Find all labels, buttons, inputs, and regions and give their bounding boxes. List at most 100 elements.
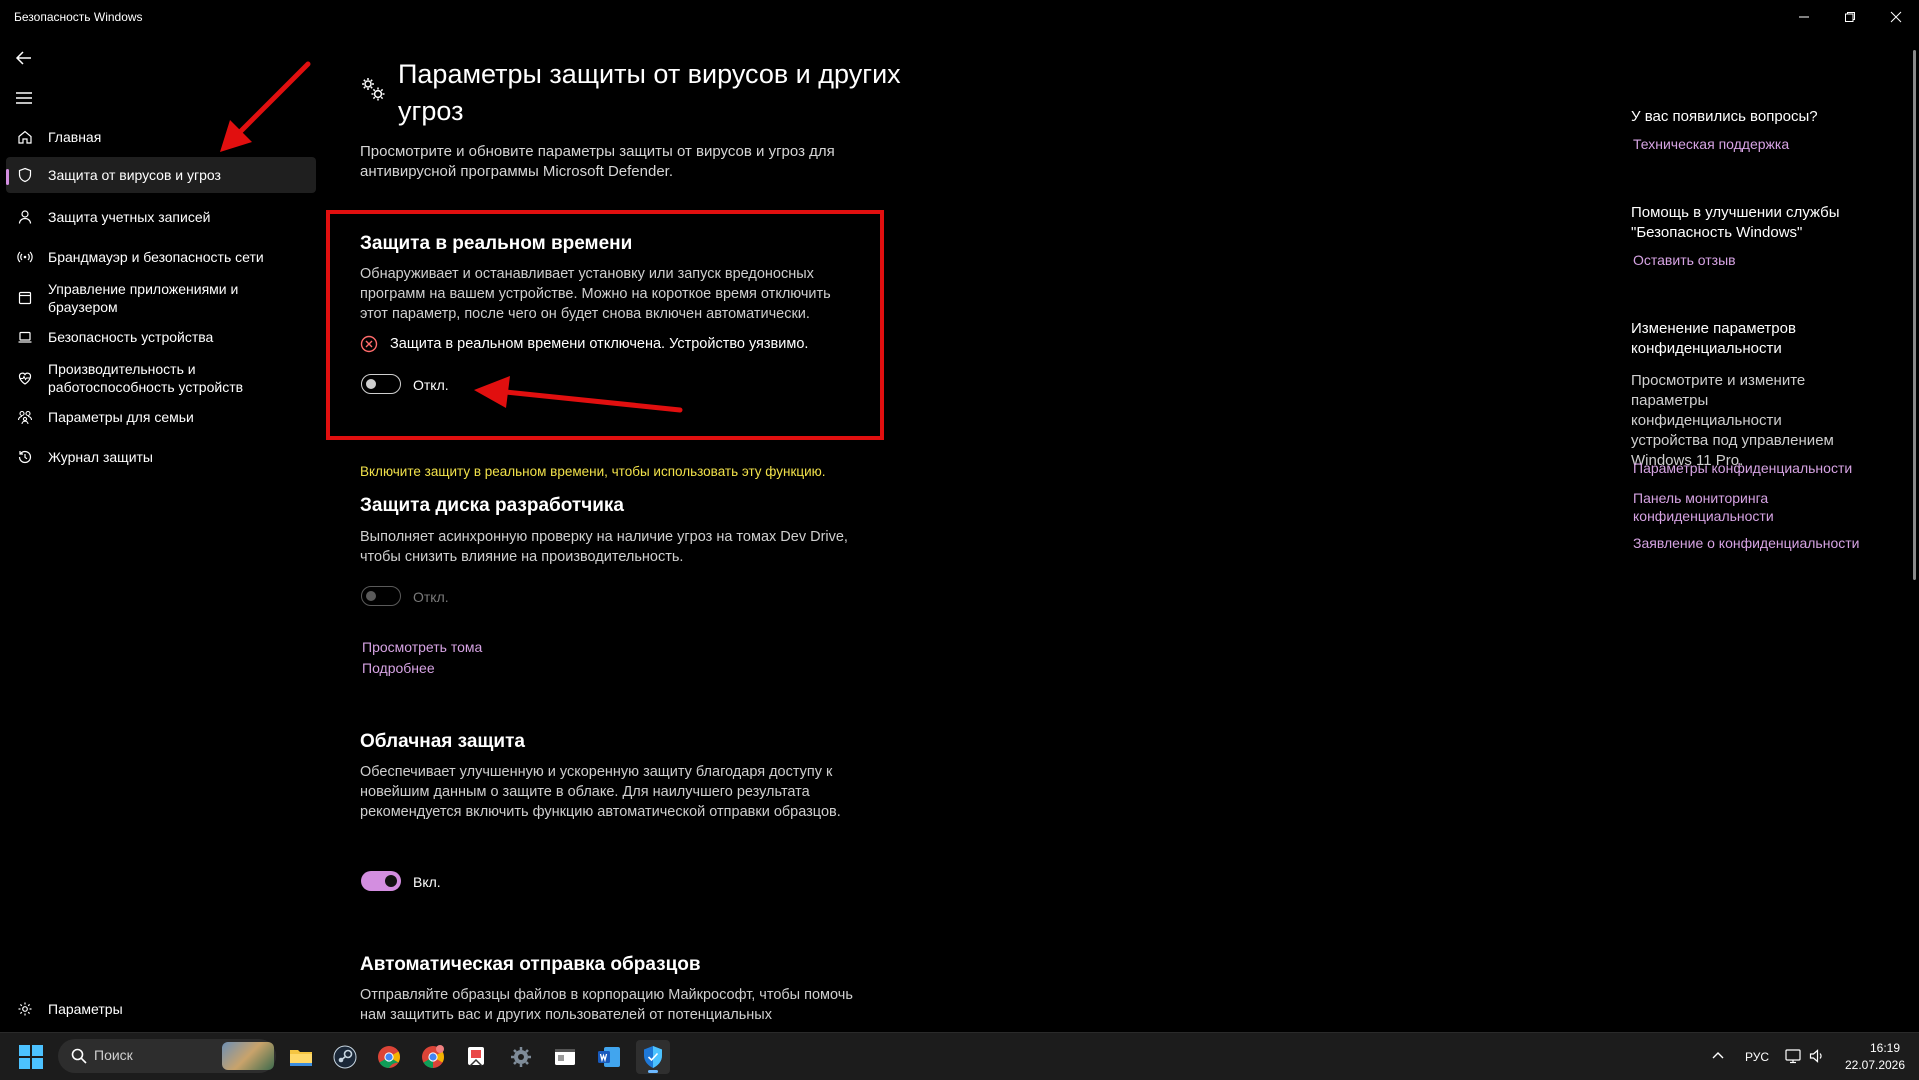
search-highlight-image (222, 1042, 274, 1070)
language-indicator[interactable]: РУС (1745, 1050, 1769, 1064)
start-button[interactable] (18, 1044, 44, 1070)
title-bar (0, 0, 1919, 34)
network-icon[interactable] (1784, 1047, 1802, 1065)
feedback-link[interactable]: Оставить отзыв (1633, 251, 1863, 269)
devdrive-section-description: Выполняет асинхронную проверку на наличи… (360, 529, 848, 565)
privacy-dashboard-link[interactable]: Панель мониторинга конфиденциальности (1633, 489, 1793, 525)
annotation-arrow-sidebar (220, 61, 311, 152)
taskbar-windows-security[interactable] (636, 1040, 670, 1074)
sidebar-item-label: Параметры (48, 1001, 123, 1017)
realtime-protection-toggle[interactable] (361, 374, 401, 394)
taskbar-steam[interactable] (328, 1040, 362, 1074)
sidebar-item-label: Брандмауэр и безопасность сети (48, 249, 264, 265)
shield-icon (16, 166, 34, 184)
taskbar-chrome-beta[interactable] (416, 1040, 450, 1074)
person-icon (16, 208, 34, 226)
cloud-section-title: Облачная защита (360, 731, 525, 752)
sidebar-item-accounts[interactable]: Защита учетных записей (6, 204, 316, 230)
realtime-status-text: Защита в реальном времени отключена. Уст… (390, 336, 809, 352)
restore-icon (1845, 12, 1855, 22)
sidebar-item-app-browser[interactable]: Управление приложениями и браузером (6, 278, 316, 318)
error-circle-icon (360, 335, 378, 353)
antenna-icon (16, 248, 34, 266)
devdrive-protection-toggle[interactable] (361, 586, 401, 606)
close-icon (1890, 11, 1902, 23)
sidebar-item-firewall[interactable]: Брандмауэр и безопасность сети (6, 244, 316, 270)
taskbar-settings[interactable] (504, 1040, 538, 1074)
sidebar-item-history[interactable]: Журнал защиты (6, 444, 316, 470)
restore-button[interactable] (1827, 0, 1873, 34)
taskbar-window-app[interactable] (548, 1040, 582, 1074)
heart-pulse-icon (16, 369, 34, 387)
privacy-heading: Изменение параметров конфиденциальности (1631, 320, 1796, 357)
taskbar-snipping-tool[interactable] (460, 1040, 494, 1074)
taskbar-clock-date[interactable]: 22.07.2026 (1840, 1058, 1910, 1072)
sidebar-item-label: Управление приложениями и браузером (48, 281, 239, 315)
sidebar-item-label: Журнал защиты (48, 449, 153, 465)
hamburger-icon (16, 92, 32, 104)
minimize-button[interactable] (1781, 0, 1827, 34)
sidebar-item-label: Безопасность устройства (48, 329, 214, 345)
sidebar-item-label: Защита учетных записей (48, 209, 211, 225)
samples-section-description: Отправляйте образцы файлов в корпорацию … (360, 987, 853, 1023)
close-button[interactable] (1873, 0, 1919, 34)
chrome-icon (378, 1046, 400, 1068)
word-icon (598, 1047, 620, 1067)
scrollbar[interactable] (1913, 50, 1916, 580)
page-title: Параметры защиты от вирусов и других угр… (398, 59, 901, 126)
virus-settings-icon (360, 76, 386, 102)
home-icon (16, 128, 34, 146)
laptop-icon (16, 328, 34, 346)
settings-icon (511, 1047, 531, 1067)
tray-overflow-chevron-icon[interactable] (1710, 1048, 1726, 1064)
samples-section-title: Автоматическая отправка образцов (360, 954, 701, 975)
support-link[interactable]: Техническая поддержка (1633, 135, 1863, 153)
sidebar-item-device-security[interactable]: Безопасность устройства (6, 324, 316, 350)
file-explorer-icon (290, 1050, 312, 1066)
volume-icon[interactable] (1808, 1047, 1826, 1065)
taskbar-clock-time[interactable]: 16:19 (1860, 1041, 1910, 1055)
search-icon (70, 1047, 88, 1065)
realtime-required-warning: Включите защиту в реальном времени, чтоб… (360, 464, 826, 479)
gear-icon (16, 1000, 34, 1018)
back-button[interactable] (12, 46, 36, 70)
privacy-settings-link[interactable]: Параметры конфиденциальности (1633, 459, 1863, 477)
taskbar-word[interactable] (592, 1040, 626, 1074)
taskbar-file-explorer[interactable] (284, 1040, 318, 1074)
cloud-toggle-label: Вкл. (413, 874, 441, 890)
sidebar-item-label: Производительность и работоспособность у… (48, 361, 244, 395)
sidebar-item-label: Защита от вирусов и угроз (48, 167, 221, 183)
arrow-left-icon (15, 51, 31, 65)
view-volumes-link[interactable]: Просмотреть тома (362, 639, 482, 655)
history-icon (16, 448, 34, 466)
improve-heading: Помощь в улучшении службы "Безопасность … (1631, 204, 1840, 241)
privacy-description: Просмотрите и измените параметры конфиде… (1631, 372, 1834, 469)
defender-icon (644, 1046, 662, 1068)
sidebar-item-performance[interactable]: Производительность и работоспособность у… (6, 358, 316, 398)
snipping-tool-icon (468, 1047, 484, 1067)
sidebar-item-family[interactable]: Параметры для семьи (6, 404, 316, 430)
app-window-icon (16, 289, 34, 307)
devdrive-section-title: Защита диска разработчика (360, 495, 624, 516)
sidebar-item-virus-protection[interactable]: Защита от вирусов и угроз (6, 157, 316, 193)
window-app-icon (555, 1049, 575, 1065)
chrome-beta-icon (422, 1045, 444, 1068)
hamburger-menu-button[interactable] (12, 86, 36, 110)
window-title: Безопасность Windows (14, 10, 143, 24)
sidebar-item-settings[interactable]: Параметры (6, 996, 316, 1022)
taskbar-chrome[interactable] (372, 1040, 406, 1074)
devdrive-toggle-label: Откл. (413, 589, 449, 605)
privacy-statement-link[interactable]: Заявление о конфиденциальности (1633, 534, 1863, 552)
learn-more-link[interactable]: Подробнее (362, 660, 435, 676)
cloud-protection-toggle[interactable] (361, 871, 401, 891)
page-description: Просмотрите и обновите параметры защиты … (360, 143, 835, 180)
windows-logo-icon (19, 1045, 43, 1069)
toggle-knob (366, 378, 376, 389)
toggle-knob (385, 875, 397, 887)
search-placeholder: Поиск (94, 1047, 133, 1063)
minimize-icon (1799, 16, 1809, 18)
cloud-section-description: Обеспечивает улучшенную и ускоренную защ… (360, 764, 841, 820)
sidebar-item-label: Параметры для семьи (48, 409, 194, 425)
questions-heading: У вас появились вопросы? (1631, 108, 1818, 125)
toggle-knob (366, 590, 376, 601)
